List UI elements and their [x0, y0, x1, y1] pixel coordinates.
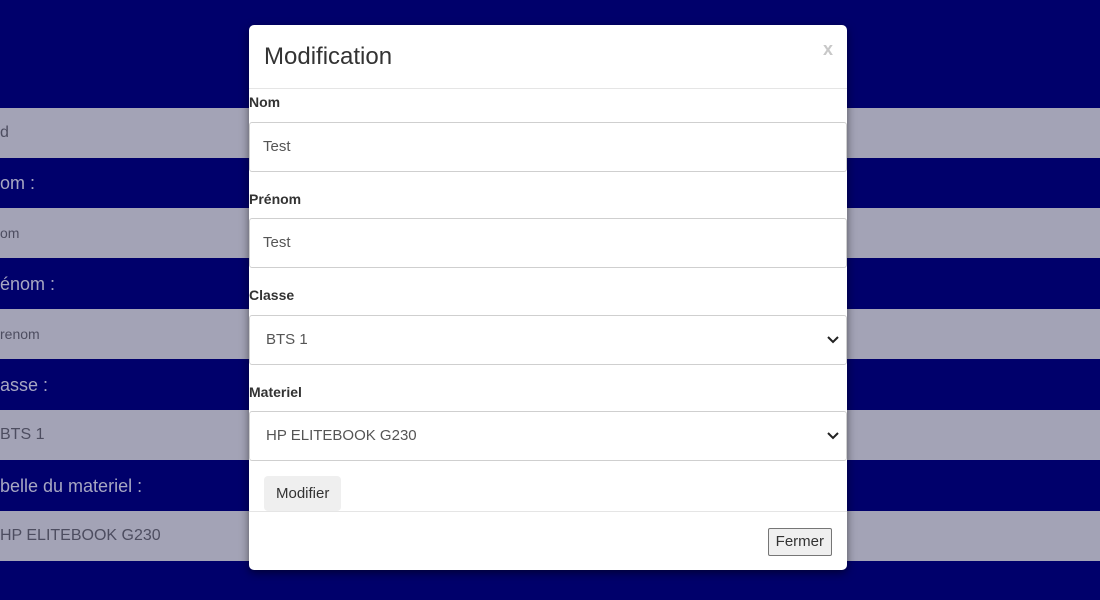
modal-header: Modification x — [249, 25, 847, 89]
classe-select[interactable]: BTS 1 — [249, 315, 847, 365]
modification-modal: Modification x Nom Test Prénom Test Clas… — [249, 25, 847, 570]
classe-select-value: BTS 1 — [266, 331, 308, 348]
label-prenom: Prénom — [249, 191, 302, 207]
label-nom: Nom — [249, 94, 281, 110]
nom-input[interactable]: Test — [249, 122, 847, 172]
modal-footer: Fermer — [249, 511, 847, 570]
materiel-select[interactable]: HP ELITEBOOK G230 — [249, 411, 847, 461]
materiel-select-value: HP ELITEBOOK G230 — [266, 427, 417, 444]
prenom-input[interactable]: Test — [249, 218, 847, 268]
fermer-button[interactable]: Fermer — [767, 528, 832, 556]
modifier-button[interactable]: Modifier — [264, 476, 342, 511]
chevron-down-icon — [827, 432, 839, 440]
chevron-down-icon — [827, 336, 839, 344]
label-materiel: Materiel — [249, 384, 302, 400]
modal-title: Modification — [264, 43, 393, 70]
label-classe: Classe — [249, 287, 295, 303]
close-icon[interactable]: x — [823, 39, 833, 59]
